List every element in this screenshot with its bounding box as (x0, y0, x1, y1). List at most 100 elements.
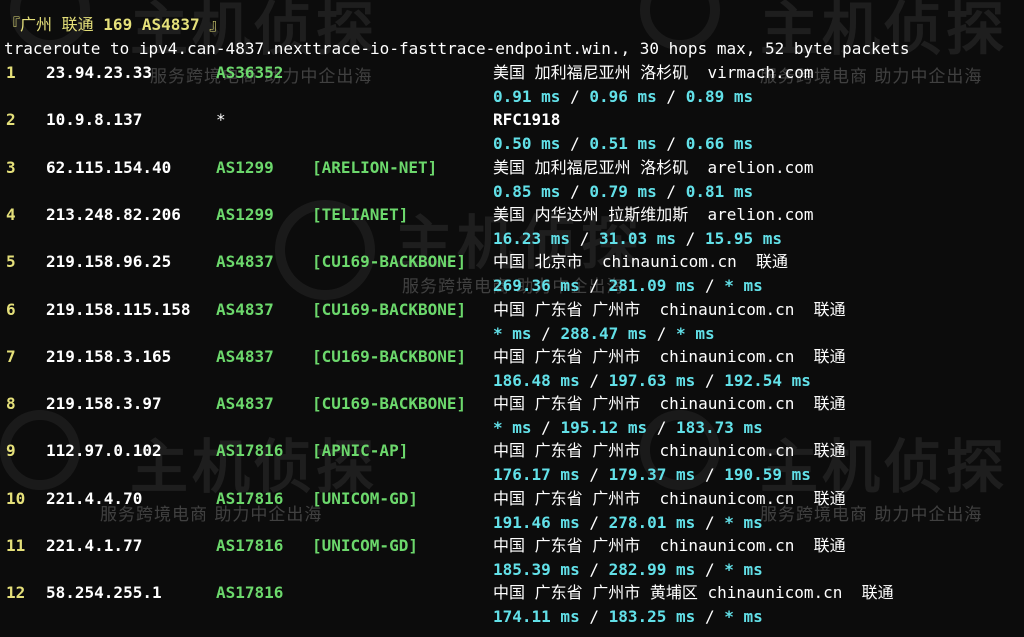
rtt-value-2: 31.03 ms (598, 228, 677, 248)
title-location: 广州 联通 (20, 15, 104, 34)
hop-network-tag: [CU169-BACKBONE] (312, 252, 467, 272)
rtt-separator: / (579, 370, 609, 390)
rtt-value-2: 179.37 ms (608, 465, 696, 485)
hop-row: 3 62.115.154.40 AS1299 [ARELION-NET] 美国 加利福尼… (0, 157, 1024, 179)
rtt-separator: / (579, 560, 609, 579)
hop-asn: AS4837 (216, 299, 274, 319)
rtt-value-1: * ms (493, 418, 532, 438)
hop-rtt-row: 185.39 ms / 282.99 ms / * ms (0, 559, 1024, 581)
title-asn: 169 AS4837 (103, 15, 200, 34)
rtt-value-1: 185.39 ms (493, 560, 580, 579)
hop-geo: 中国 北京市 chinaunicom.cn 联通 (493, 252, 789, 272)
hop-row: 7 219.158.3.165 AS4837 [CU169-BACKBONE] 中国 广… (0, 346, 1024, 368)
hop-ip: 62.115.154.40 (46, 157, 172, 177)
hop-network-tag: [CU169-BACKBONE] (312, 299, 467, 319)
rtt-value-1: 0.91 ms (493, 87, 561, 106)
rtt-value-2: 183.25 ms (608, 607, 696, 627)
rtt-separator: / (647, 418, 677, 438)
hop-network-tag: [CU169-BACKBONE] (312, 346, 467, 366)
hop-geo: RFC1918 (493, 110, 561, 130)
hop-rtt: 0.85 ms / 0.79 ms / 0.81 ms (493, 181, 753, 203)
rtt-value-1: 176.17 ms (493, 465, 580, 485)
hop-rtt-row: 0.91 ms / 0.96 ms / 0.89 ms (0, 86, 1024, 108)
hop-row: 2 10.9.8.137 * RFC1918 (0, 109, 1024, 131)
rtt-value-2: 282.99 ms (608, 560, 696, 579)
hop-network-tag: [UNICOM-GD] (312, 488, 418, 508)
hop-rtt-row: 186.48 ms / 197.63 ms / 192.54 ms (0, 370, 1024, 392)
hop-asn: AS1299 (216, 204, 274, 224)
traceroute-command: traceroute to ipv4.can-4837.nexttrace-io… (4, 39, 910, 58)
hop-network-tag: [UNICOM-GD] (312, 536, 418, 555)
hop-geo: 美国 加利福尼亚州 洛杉矶 arelion.com (493, 157, 814, 177)
rtt-value-1: 0.85 ms (493, 181, 561, 201)
hop-number: 10 (6, 488, 26, 508)
rtt-separator: / (695, 607, 725, 627)
rtt-value-3: 0.89 ms (685, 87, 754, 106)
hop-rtt: 0.50 ms / 0.51 ms / 0.66 ms (493, 133, 753, 155)
rtt-separator: / (531, 323, 561, 343)
hop-network-tag: [ARELION-NET] (312, 157, 438, 177)
hop-row: 8 219.158.3.97 AS4837 [CU169-BACKBONE] 中国 广东… (0, 393, 1024, 415)
hop-ip: 112.97.0.102 (46, 441, 162, 461)
title-close-bracket: 』 (199, 15, 226, 34)
hop-rtt: 0.91 ms / 0.96 ms / 0.89 ms (493, 86, 753, 108)
hop-asn: AS4837 (216, 394, 274, 414)
hop-rtt: 186.48 ms / 197.63 ms / 192.54 ms (493, 370, 811, 392)
hop-ip: 219.158.3.165 (46, 346, 172, 366)
hop-network-tag: [APNIC-AP] (312, 441, 409, 461)
hop-geo: 中国 广东省 广州市 chinaunicom.cn 联通 (493, 441, 846, 461)
rtt-value-3: 192.54 ms (724, 370, 811, 390)
rtt-separator: / (656, 134, 686, 154)
hop-number: 2 (6, 110, 16, 130)
hop-rtt: 174.11 ms / 183.25 ms / * ms (493, 606, 763, 628)
rtt-separator: / (531, 418, 561, 438)
rtt-separator: / (570, 228, 599, 248)
hop-ip: 221.4.1.77 (46, 536, 143, 555)
hop-number: 7 (6, 346, 16, 366)
rtt-value-2: 197.63 ms (608, 370, 696, 390)
rtt-value-3: 15.95 ms (704, 228, 782, 248)
hop-ip: 213.248.82.206 (46, 204, 181, 224)
hop-rtt: * ms / 195.12 ms / 183.73 ms (493, 417, 763, 439)
title-open-bracket: 『 (4, 15, 21, 34)
hop-ip: 221.4.4.70 (46, 488, 143, 508)
hop-rtt-row: 269.36 ms / 281.09 ms / * ms (0, 275, 1024, 297)
hop-ip: 58.254.255.1 (46, 583, 162, 603)
rtt-separator: / (560, 181, 590, 201)
hop-number: 5 (6, 252, 16, 272)
terminal-window[interactable]: 主机侦探 主机侦探 服务跨境电商 助力中企出海 服务跨境电商 助力中企出海 主机… (0, 0, 1024, 637)
rtt-value-1: 16.23 ms (493, 228, 571, 248)
rtt-separator: / (579, 607, 609, 627)
rtt-separator: / (695, 370, 725, 390)
rtt-separator: / (695, 276, 725, 296)
hop-asn: AS4837 (216, 346, 274, 366)
hop-rtt: 269.36 ms / 281.09 ms / * ms (493, 275, 763, 297)
hop-asn: * (216, 110, 226, 130)
hop-number: 1 (6, 63, 16, 82)
hop-row: 4 213.248.82.206 AS1299 [TELIANET] 美国 内华达州 拉… (0, 204, 1024, 226)
hop-row: 11 221.4.1.77 AS17816 [UNICOM-GD] 中国 广东省 广州市… (0, 535, 1024, 557)
hop-rtt-row: * ms / 195.12 ms / 183.73 ms (0, 417, 1024, 439)
rtt-separator: / (695, 465, 725, 485)
rtt-value-2: 288.47 ms (560, 323, 648, 343)
hop-rtt-row: 174.11 ms / 183.25 ms / * ms (0, 606, 1024, 628)
hop-ip: 219.158.96.25 (46, 252, 172, 272)
hop-network-tag: [CU169-BACKBONE] (312, 394, 467, 414)
hop-number: 3 (6, 157, 16, 177)
rtt-value-3: 183.73 ms (676, 418, 763, 438)
hop-asn: AS1299 (216, 157, 274, 177)
hop-asn: AS17816 (216, 583, 284, 603)
hop-asn: AS17816 (216, 488, 284, 508)
hop-geo: 中国 广东省 广州市 chinaunicom.cn 联通 (493, 346, 846, 366)
rtt-value-3: 0.81 ms (685, 181, 754, 201)
hop-rtt: 185.39 ms / 282.99 ms / * ms (493, 559, 763, 581)
hop-rtt: 176.17 ms / 179.37 ms / 190.59 ms (493, 464, 811, 486)
rtt-separator: / (695, 512, 725, 532)
hop-geo: 中国 广东省 广州市 chinaunicom.cn 联通 (493, 394, 846, 414)
rtt-value-1: 0.50 ms (493, 134, 561, 154)
rtt-value-2: 281.09 ms (608, 276, 696, 296)
hop-rtt-row: * ms / 288.47 ms / * ms (0, 323, 1024, 345)
hop-ip: 23.94.23.33 (46, 63, 152, 82)
hop-row: 10 221.4.4.70 AS17816 [UNICOM-GD] 中国 广东省 广州市… (0, 488, 1024, 510)
rtt-value-2: 0.79 ms (589, 181, 657, 201)
